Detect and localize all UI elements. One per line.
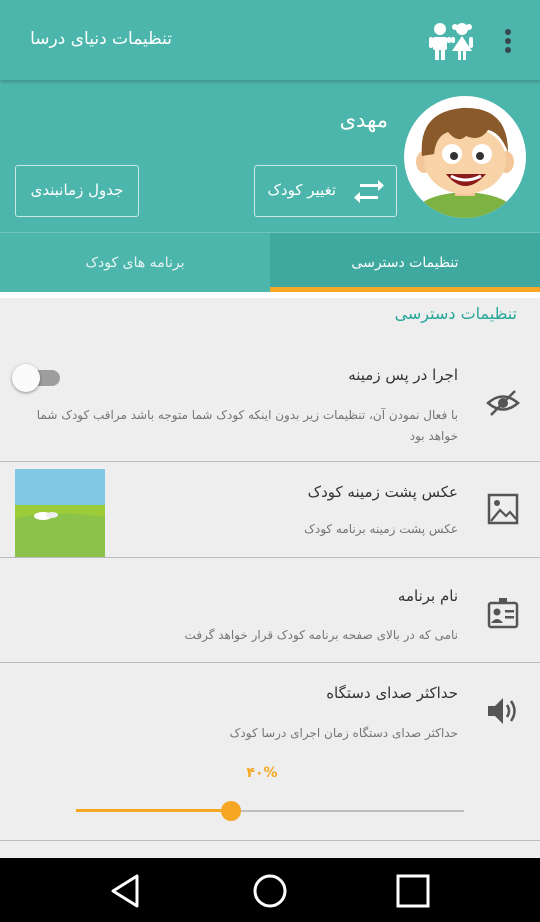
volume-percent-label: ۴۰% — [246, 765, 278, 781]
background-picture-subtitle: عکس پشت زمینه برنامه کودک — [304, 522, 458, 536]
toggle-thumb — [12, 364, 40, 392]
volume-slider[interactable] — [76, 800, 464, 822]
child-name: مهدی — [339, 108, 388, 132]
home-icon[interactable] — [250, 872, 290, 910]
max-volume-title: حداکثر صدای دستگاه — [326, 684, 458, 702]
divider — [0, 840, 540, 841]
schedule-label: جدول زمانبندی — [30, 181, 124, 199]
system-nav-bar — [0, 858, 540, 922]
slider-fill — [76, 809, 232, 812]
app-bar: تنظیمات دنیای درسا — [0, 0, 540, 80]
swap-arrows-icon — [354, 180, 384, 203]
divider — [0, 662, 540, 663]
recents-icon[interactable] — [393, 872, 433, 910]
section-title: تنظیمات دسترسی — [394, 304, 517, 323]
app-name-subtitle: نامی که در بالای صفحه برنامه کودک قرار خ… — [184, 628, 458, 642]
back-icon[interactable] — [107, 872, 147, 910]
divider — [0, 461, 540, 462]
schedule-button[interactable]: جدول زمانبندی — [15, 165, 139, 217]
overflow-menu-icon[interactable] — [498, 26, 518, 56]
background-run-toggle[interactable] — [12, 364, 62, 392]
app-title: تنظیمات دنیای درسا — [30, 29, 172, 49]
kids-icon[interactable] — [428, 20, 474, 62]
image-icon — [487, 493, 519, 525]
eye-icon — [486, 390, 520, 416]
max-volume-subtitle: حداکثر صدای دستگاه زمان اجرای درسا کودک — [229, 726, 458, 740]
id-card-icon — [487, 598, 519, 629]
change-child-button[interactable]: تغییر کودک — [254, 165, 397, 217]
background-thumbnail[interactable] — [15, 469, 105, 558]
background-run-title: اجرا در پس زمینه — [348, 366, 458, 384]
tab-child-apps[interactable]: برنامه های کودک — [0, 233, 270, 292]
tab-access-settings[interactable]: تنظیمات دسترسی — [270, 233, 540, 292]
tab-divider — [0, 292, 540, 298]
slider-thumb[interactable] — [221, 801, 242, 821]
child-avatar[interactable] — [404, 96, 526, 218]
background-picture-title: عکس پشت زمینه کودک — [307, 483, 458, 501]
background-run-subtitle: با فعال نمودن آن، تنظیمات زیر بدون اینکه… — [36, 408, 458, 443]
tab-bar: تنظیمات دسترسی برنامه های کودک — [0, 232, 540, 292]
app-name-title: نام برنامه — [397, 587, 458, 605]
divider — [0, 557, 540, 558]
volume-icon — [488, 698, 516, 724]
change-child-label: تغییر کودک — [267, 181, 336, 199]
